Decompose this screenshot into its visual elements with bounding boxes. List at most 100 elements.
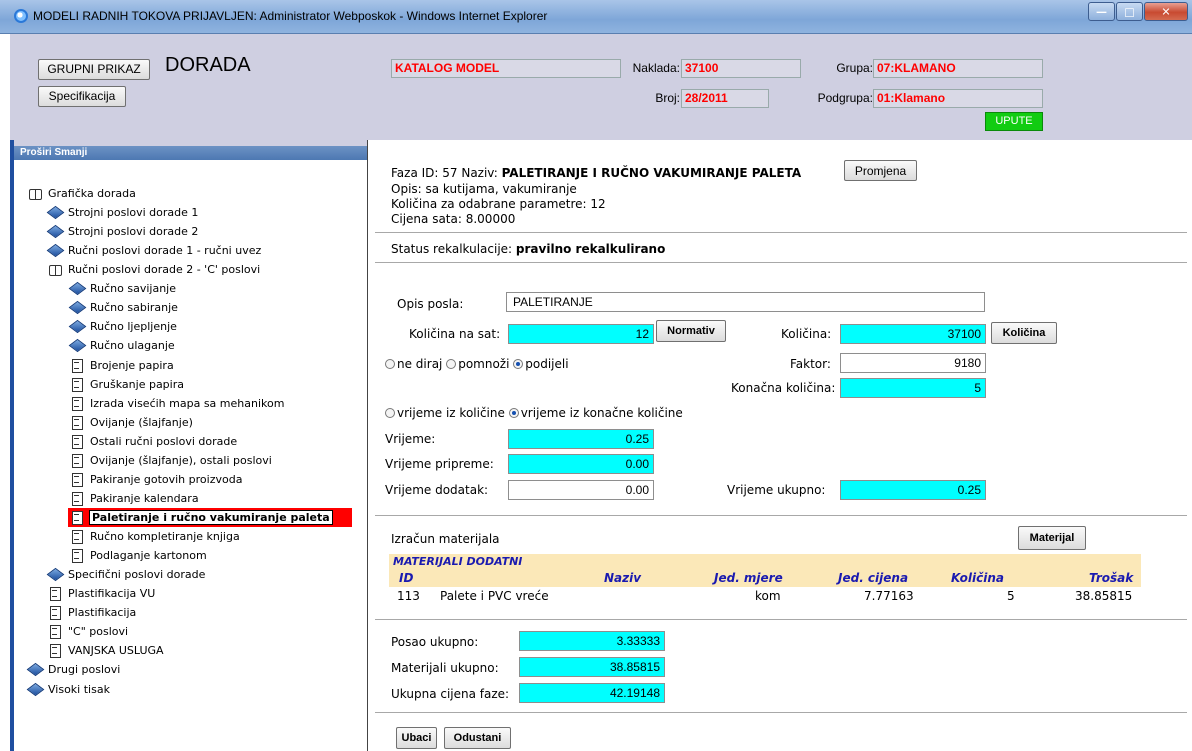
- tree-item[interactable]: Strojni poslovi dorade 2: [48, 222, 198, 241]
- maximize-button[interactable]: □: [1116, 2, 1143, 21]
- naklada-field[interactable]: 37100: [681, 59, 801, 78]
- cancel-button[interactable]: Odustani: [444, 727, 511, 749]
- tree-item[interactable]: Specifični poslovi dorade: [48, 565, 205, 584]
- materials-table: MATERIJALI DODATNI ID Naziv Jed. mjere J…: [389, 554, 1141, 607]
- radio-ne-diraj[interactable]: [385, 359, 395, 369]
- change-button[interactable]: Promjena: [844, 160, 917, 181]
- quantity-button[interactable]: Količina: [991, 322, 1057, 344]
- tree-item[interactable]: Brojenje papira: [70, 356, 174, 375]
- tree-item-label: Ovijanje (šlajfanje), ostali poslovi: [90, 454, 272, 467]
- phase-total-price-label: Ukupna cijena faze:: [391, 687, 510, 701]
- tree-item[interactable]: Drugi poslovi: [28, 660, 120, 679]
- tree-item[interactable]: Ručni poslovi dorade 1 - ručni uvez: [48, 241, 261, 260]
- time-input[interactable]: 0.25: [508, 429, 654, 449]
- close-button[interactable]: ✕: [1144, 2, 1188, 21]
- document-icon: [48, 625, 62, 639]
- tree-item[interactable]: Pakiranje gotovih proizvoda: [70, 470, 242, 489]
- total-time-input[interactable]: 0.25: [840, 480, 986, 500]
- book-icon: [28, 187, 42, 200]
- tree-item-label: VANJSKA USLUGA: [68, 644, 164, 657]
- normativ-button[interactable]: Normativ: [656, 320, 726, 342]
- quantity-input[interactable]: 37100: [840, 324, 986, 344]
- prep-time-input[interactable]: 0.00: [508, 454, 654, 474]
- material-button[interactable]: Materijal: [1018, 526, 1086, 550]
- tree-item[interactable]: Izrada visećih mapa sa mehanikom: [70, 394, 284, 413]
- broj-field[interactable]: 28/2011: [681, 89, 769, 108]
- tree-item[interactable]: Gruškanje papira: [70, 375, 184, 394]
- upute-button[interactable]: UPUTE: [985, 112, 1043, 131]
- tree-item-label: Specifični poslovi dorade: [68, 568, 206, 581]
- materials-total-label: Materijali ukupno:: [391, 661, 499, 675]
- folder-diamond-icon: [48, 225, 62, 238]
- grupa-field[interactable]: 07:KLAMANO: [873, 59, 1043, 78]
- job-total-value: 3.33333: [519, 631, 665, 651]
- tree-item[interactable]: Pakiranje kalendara: [70, 489, 199, 508]
- document-icon: [48, 606, 62, 620]
- tree-item[interactable]: VANJSKA USLUGA: [48, 641, 164, 660]
- tree-item-label: Paletiranje i ručno vakumiranje paleta: [89, 510, 333, 525]
- tree-item[interactable]: Ovijanje (šlajfanje), ostali poslovi: [70, 451, 272, 470]
- podgrupa-label: Podgrupa:: [817, 91, 873, 105]
- document-icon: [70, 492, 84, 506]
- phase-id-label: Faza ID: 57 Naziv:: [391, 166, 502, 180]
- column-header-jed-mjere: Jed. mjere: [714, 571, 783, 585]
- insert-button[interactable]: Ubaci: [396, 727, 437, 749]
- page-title: DORADA: [165, 54, 251, 76]
- radio-pomnozi[interactable]: [446, 359, 457, 369]
- tree-item[interactable]: Ručno savijanje: [70, 279, 176, 298]
- tree-item-label: Ručno ljepljenje: [90, 320, 177, 333]
- factor-input[interactable]: 9180: [840, 353, 986, 373]
- tree-item-label: Plastifikacija VU: [68, 587, 156, 600]
- folder-diamond-icon: [48, 206, 62, 219]
- tree-item[interactable]: Ostali ručni poslovi dorade: [70, 432, 237, 451]
- tree-item[interactable]: "C" poslovi: [48, 622, 128, 641]
- tree-item[interactable]: Ručni poslovi dorade 2 - 'C' poslovi: [48, 260, 260, 279]
- tree-item[interactable]: Visoki tisak: [28, 680, 110, 699]
- folder-diamond-icon: [70, 282, 84, 295]
- column-header-trosak: Trošak: [1089, 571, 1134, 585]
- job-description-label: Opis posla:: [397, 297, 464, 311]
- window-titlebar: MODELI RADNIH TOKOVA PRIJAVLJEN: Adminis…: [0, 0, 1192, 34]
- extra-time-input[interactable]: 0.00: [508, 480, 654, 500]
- tree-item[interactable]: Ručno ulaganje: [70, 336, 175, 355]
- tree-item-label: Podlaganje kartonom: [90, 549, 207, 562]
- catalog-field[interactable]: KATALOG MODEL: [391, 59, 621, 78]
- tree-item[interactable]: Podlaganje kartonom: [70, 546, 207, 565]
- minimize-button[interactable]: —: [1088, 2, 1115, 21]
- tree-item[interactable]: Plastifikacija: [48, 603, 136, 622]
- tree-item[interactable]: Paletiranje i ručno vakumiranje paleta: [68, 508, 352, 527]
- tree-item-label: Ostali ručni poslovi dorade: [90, 435, 238, 448]
- tree-item[interactable]: Grafička dorada: [28, 184, 136, 203]
- document-icon: [48, 644, 62, 658]
- sidebar: Proširi Smanji Grafička dorada Strojni po…: [14, 140, 368, 751]
- final-quantity-input[interactable]: 5: [840, 378, 986, 398]
- main-panel: Faza ID: 57 Naziv: PALETIRANJE I RUČNO V…: [369, 140, 1192, 751]
- quantity-per-hour-input[interactable]: 12: [508, 324, 654, 344]
- sidebar-expand-collapse[interactable]: Proširi Smanji: [14, 146, 367, 160]
- tree-item[interactable]: Plastifikacija VU: [48, 584, 155, 603]
- tree-item[interactable]: Strojni poslovi dorade 1: [48, 203, 198, 222]
- job-description-input[interactable]: PALETIRANJE: [506, 292, 985, 312]
- radio-ne-diraj-label: ne diraj: [397, 357, 443, 371]
- multiply-mode-radios: ne diraj pomnoži podijeli: [385, 357, 569, 371]
- specification-button[interactable]: Specifikacija: [38, 86, 126, 107]
- podgrupa-field[interactable]: 01:Klamano: [873, 89, 1043, 108]
- radio-podijeli[interactable]: [513, 359, 524, 369]
- tree-item-label: "C" poslovi: [68, 625, 129, 638]
- radio-vrijeme-konacne-label: vrijeme iz konačne količine: [520, 406, 683, 420]
- folder-diamond-icon: [70, 339, 84, 352]
- tree-item[interactable]: Ručno ljepljenje: [70, 317, 177, 336]
- radio-vrijeme-kolicine[interactable]: [385, 408, 395, 418]
- group-view-button[interactable]: GRUPNI PRIKAZ: [38, 59, 150, 80]
- document-icon: [70, 416, 84, 430]
- tree-item-label: Strojni poslovi dorade 1: [68, 206, 199, 219]
- column-header-naziv: Naziv: [604, 571, 642, 585]
- time-mode-radios: vrijeme iz količine vrijeme iz konačne k…: [385, 406, 683, 420]
- tree-item[interactable]: Ovijanje (šlajfanje): [70, 413, 193, 432]
- total-time-label: Vrijeme ukupno:: [727, 483, 826, 497]
- phase-hourly-price: Cijena sata: 8.00000: [391, 212, 516, 226]
- tree-item[interactable]: Ručno sabiranje: [70, 298, 178, 317]
- table-row[interactable]: 113 Palete i PVC vreće kom 7.77163 5 38.…: [389, 587, 1141, 607]
- tree-item[interactable]: Ručno kompletiranje knjiga: [70, 527, 240, 546]
- radio-vrijeme-konacne[interactable]: [508, 408, 519, 418]
